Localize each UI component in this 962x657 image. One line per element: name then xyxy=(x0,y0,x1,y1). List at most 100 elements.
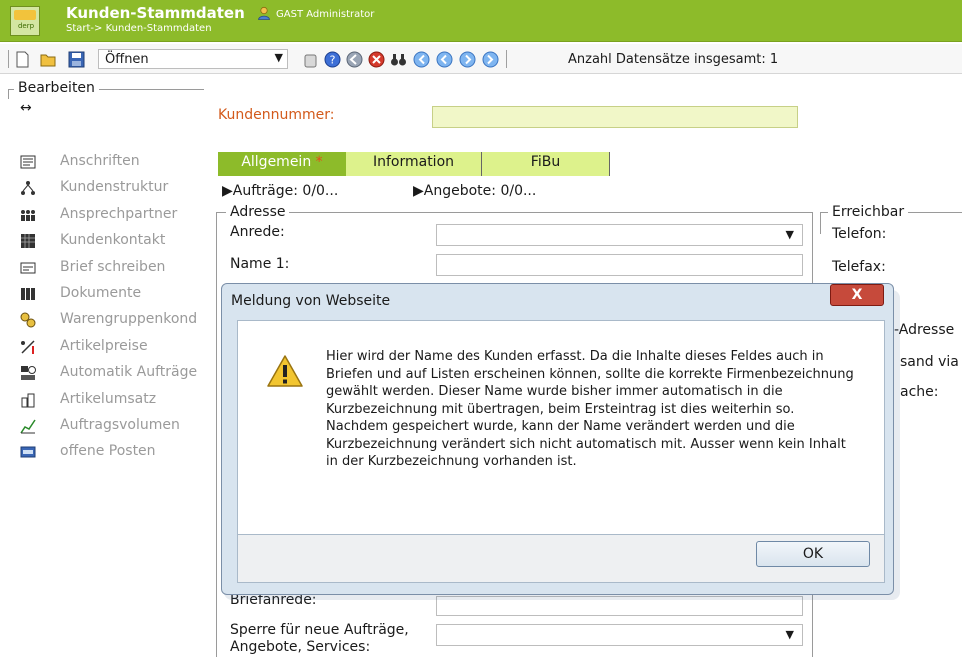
sidebar-item-label: Warengruppenkond xyxy=(60,311,198,328)
record-count: Anzahl Datensätze insgesamt: 1 xyxy=(568,52,779,67)
customer-number-label: Kundennummer: xyxy=(218,107,335,123)
warning-icon xyxy=(267,355,303,387)
sidebar-item-offene-posten[interactable]: offene Posten xyxy=(20,442,210,464)
page-title: Kunden-Stammdaten xyxy=(66,4,245,22)
sidebar-item-anschriften[interactable]: Anschriften xyxy=(20,152,210,174)
sidebar-item-label: Ansprechpartner xyxy=(60,205,178,222)
breadcrumb[interactable]: Start-> Kunden-Stammdaten xyxy=(66,23,212,34)
app-logo: derp xyxy=(10,6,40,36)
phone-label: Telefon: xyxy=(832,226,887,242)
chevron-down-icon: ▼ xyxy=(274,51,283,64)
help-icon[interactable]: ? xyxy=(324,51,341,68)
trash-icon[interactable] xyxy=(302,51,319,68)
grid-icon xyxy=(21,234,35,249)
sidebar-item-label: Kundenkontakt xyxy=(60,232,166,249)
people-icon xyxy=(21,209,35,221)
sidebar-group-border-left xyxy=(8,89,9,99)
sidebar-item-kundenstruktur[interactable]: Kundenstruktur xyxy=(20,178,210,200)
previous-record-icon[interactable] xyxy=(436,51,453,68)
sidebar-item-brief-schreiben[interactable]: Brief schreiben xyxy=(20,258,210,280)
documents-icon xyxy=(21,288,35,300)
tab-allgemein[interactable]: Allgemein * xyxy=(218,152,346,176)
sidebar-item-ansprechpartner[interactable]: Ansprechpartner xyxy=(20,205,210,227)
language-label-partial: ache: xyxy=(900,384,939,400)
new-document-icon[interactable] xyxy=(14,51,31,68)
ok-button[interactable]: OK xyxy=(756,541,870,567)
open-select[interactable]: Öffnen ▼ xyxy=(98,49,288,69)
binoculars-icon[interactable] xyxy=(390,51,407,68)
required-marker: * xyxy=(315,154,323,170)
open-folder-icon[interactable] xyxy=(40,51,57,68)
address-label-partial: -Adresse xyxy=(894,322,955,338)
address-fieldset-border xyxy=(216,212,813,213)
toolbar: Öffnen ▼ ? xyxy=(0,44,962,74)
lock-label-line1: Sperre für neue Aufträge, xyxy=(230,622,409,638)
automation-icon xyxy=(21,366,36,381)
toolbar-separator xyxy=(506,50,507,68)
next-record-icon[interactable] xyxy=(459,51,476,68)
orders-link[interactable]: ▶Aufträge: 0/0... xyxy=(222,183,338,199)
shipping-label-partial: sand via xyxy=(900,354,959,370)
expand-arrow-icon: ▶ xyxy=(413,183,424,199)
tab-allgemein-label: Allgemein xyxy=(241,154,312,170)
chevron-down-icon: ▼ xyxy=(785,628,794,641)
sidebar-item-kundenkontakt[interactable]: Kundenkontakt xyxy=(20,231,210,253)
sidebar-item-label: Artikelpreise xyxy=(60,337,148,354)
coins-icon xyxy=(20,312,36,328)
dialog-message: Hier wird der Name des Kunden erfasst. D… xyxy=(326,349,854,469)
sidebar-item-label: Artikelumsatz xyxy=(60,390,157,407)
user-name[interactable]: GAST Administrator xyxy=(276,9,374,20)
lock-select[interactable]: ▼ xyxy=(436,624,803,646)
toolbar-separator xyxy=(8,50,9,68)
sidebar-item-label: Anschriften xyxy=(60,153,140,169)
sidebar-item-label: Kundenstruktur xyxy=(60,179,169,196)
logo-mark xyxy=(14,10,36,20)
svg-text:?: ? xyxy=(330,54,336,67)
sidebar-item-label: offene Posten xyxy=(60,443,156,460)
sidebar-item-label: Brief schreiben xyxy=(60,258,166,275)
address-fieldset-border-left xyxy=(216,212,217,657)
reachable-fieldset-border-left xyxy=(820,212,821,234)
sidebar-item-label: Automatik Aufträge xyxy=(60,364,198,381)
offers-link-label: Angebote: 0/0... xyxy=(423,183,537,199)
sidebar-item-artikelumsatz[interactable]: Artikelumsatz xyxy=(20,390,210,412)
address-icon xyxy=(20,155,36,169)
price-icon xyxy=(21,340,35,354)
open-items-icon xyxy=(20,446,36,458)
lock-label-line2: Angebote, Services: xyxy=(230,639,371,655)
back-icon[interactable] xyxy=(346,51,363,68)
open-select-value: Öffnen xyxy=(105,52,149,67)
tab-information[interactable]: Information xyxy=(346,152,482,176)
chart-icon xyxy=(20,419,36,434)
revenue-icon xyxy=(21,393,35,408)
tab-fibu[interactable]: FiBu xyxy=(482,152,610,176)
sidebar-item-dokumente[interactable]: Dokumente xyxy=(20,284,210,306)
reachable-fieldset-title: Erreichbar xyxy=(828,204,909,220)
close-icon: X xyxy=(851,287,863,303)
first-record-icon[interactable] xyxy=(413,51,430,68)
salutation-select[interactable]: ▼ xyxy=(436,224,803,246)
user-icon xyxy=(258,6,270,20)
expand-icon[interactable]: ↔ xyxy=(20,100,32,116)
expand-arrow-icon: ▶ xyxy=(222,183,233,199)
delete-icon[interactable] xyxy=(368,51,385,68)
sidebar-item-label: Auftragsvolumen xyxy=(60,417,180,433)
logo-text: derp xyxy=(17,22,35,30)
address-fieldset-title: Adresse xyxy=(226,204,290,220)
dialog-close-button[interactable]: X xyxy=(830,284,884,306)
hierarchy-icon xyxy=(21,181,35,196)
letter-icon xyxy=(20,262,36,274)
sidebar-item-warengruppenkond[interactable]: Warengruppenkond xyxy=(20,310,210,332)
save-icon[interactable] xyxy=(68,51,85,68)
fax-label: Telefax: xyxy=(832,259,886,275)
sidebar-item-automatik-aufträge[interactable]: Automatik Aufträge xyxy=(20,363,210,385)
sidebar-group-title: Bearbeiten xyxy=(14,80,99,96)
customer-number-input[interactable] xyxy=(432,106,798,128)
name1-input[interactable] xyxy=(436,254,803,276)
sidebar-item-auftragsvolumen[interactable]: Auftragsvolumen xyxy=(20,416,210,438)
last-record-icon[interactable] xyxy=(482,51,499,68)
sidebar-item-artikelpreise[interactable]: Artikelpreise xyxy=(20,337,210,359)
sidebar-item-label: Dokumente xyxy=(60,285,142,301)
dialog-title: Meldung von Webseite xyxy=(231,293,391,309)
offers-link[interactable]: ▶Angebote: 0/0... xyxy=(413,183,536,199)
